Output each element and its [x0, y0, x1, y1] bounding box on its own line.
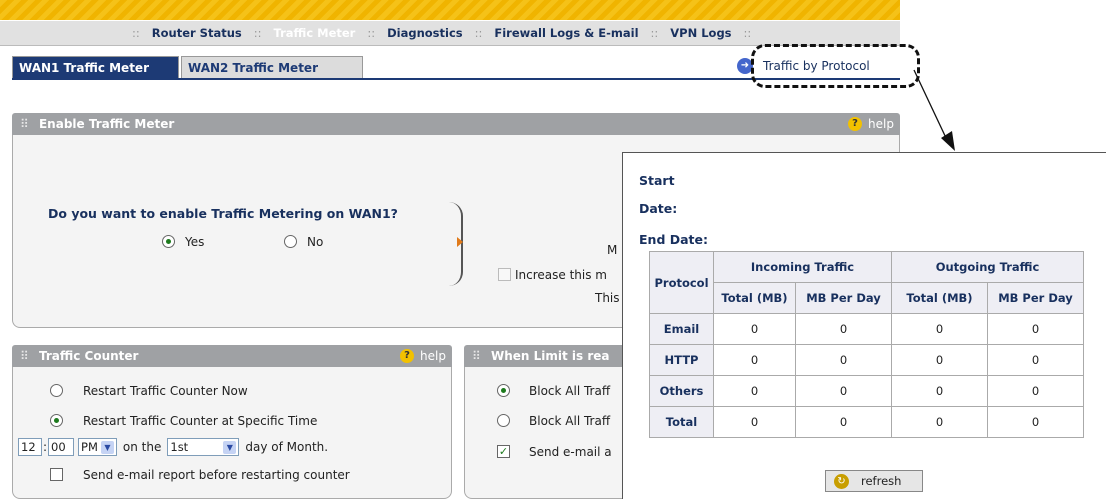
- protocol-header: Protocol: [649, 251, 714, 314]
- table-cell: 0: [713, 313, 796, 345]
- callout-arrow-line: [913, 69, 948, 141]
- table-subheader-row: Total (MB) MB Per Day Total (MB) MB Per …: [650, 282, 1084, 314]
- refresh-icon: ↻: [834, 473, 849, 489]
- callout-arrow-head: [941, 131, 955, 151]
- table-cell: 0: [987, 406, 1084, 438]
- refresh-label: refresh: [861, 474, 902, 488]
- table-cell: 0: [795, 406, 892, 438]
- outgoing-header: Outgoing Traffic: [891, 251, 1084, 283]
- table-cell: 0: [713, 406, 796, 438]
- table-cell: 0: [987, 344, 1084, 376]
- outgoing-per-day-header: MB Per Day: [987, 282, 1084, 314]
- traffic-by-protocol-popout: Start Date: End Date: Protocol Incoming …: [622, 152, 1106, 499]
- table-row: Total 0 0 0 0: [649, 406, 1084, 438]
- row-label: Email: [649, 313, 714, 345]
- table-cell: 0: [891, 406, 988, 438]
- table-cell: 0: [795, 375, 892, 407]
- table-cell: 0: [891, 313, 988, 345]
- start-label: Start: [639, 173, 675, 188]
- end-date-label: End Date:: [639, 232, 709, 247]
- traffic-table: Protocol Incoming Traffic Outgoing Traff…: [649, 251, 1084, 438]
- table-cell: 0: [987, 375, 1084, 407]
- table-cell: 0: [713, 375, 796, 407]
- table-cell: 0: [891, 375, 988, 407]
- table-row: Others 0 0 0 0: [649, 375, 1084, 407]
- table-row: HTTP 0 0 0 0: [649, 344, 1084, 376]
- row-label: Others: [649, 375, 714, 407]
- row-label: HTTP: [649, 344, 714, 376]
- table-cell: 0: [987, 313, 1084, 345]
- outgoing-total-header: Total (MB): [891, 282, 988, 314]
- row-label: Total: [649, 406, 714, 438]
- date-label: Date:: [639, 201, 678, 216]
- refresh-button[interactable]: ↻ refresh: [825, 470, 923, 492]
- incoming-header: Incoming Traffic: [713, 251, 892, 283]
- incoming-per-day-header: MB Per Day: [795, 282, 892, 314]
- table-cell: 0: [713, 344, 796, 376]
- table-cell: 0: [891, 344, 988, 376]
- table-cell: 0: [795, 344, 892, 376]
- table-row: Email 0 0 0 0: [649, 313, 1084, 345]
- table-header-row: Protocol Incoming Traffic Outgoing Traff…: [649, 251, 1084, 314]
- table-cell: 0: [795, 313, 892, 345]
- incoming-total-header: Total (MB): [713, 282, 796, 314]
